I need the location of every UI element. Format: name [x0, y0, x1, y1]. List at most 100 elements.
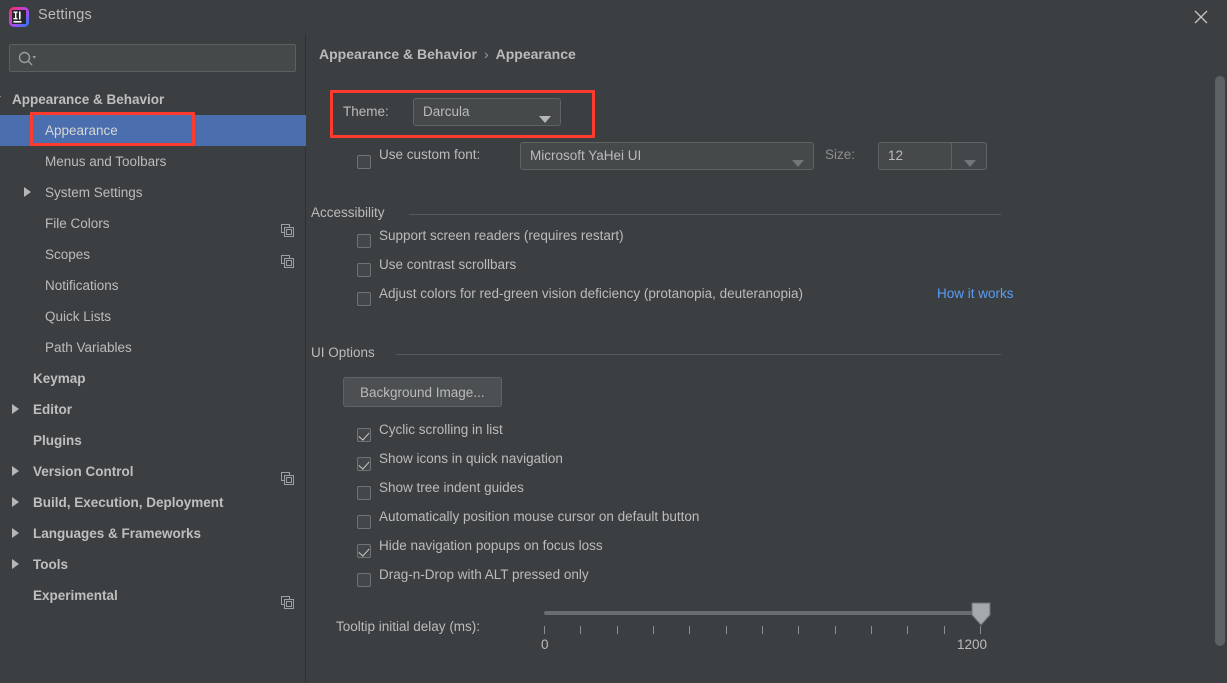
sidebar-item-build-execution-deployment[interactable]: Build, Execution, Deployment [0, 487, 306, 518]
sidebar-item-label: Scopes [45, 247, 91, 262]
accessibility-checkbox-0[interactable] [357, 234, 371, 248]
copy-settings-icon [281, 589, 294, 620]
sidebar-item-system-settings[interactable]: System Settings [0, 177, 306, 208]
font-size-input[interactable]: 12 [878, 142, 951, 170]
sidebar-item-label: Quick Lists [45, 309, 112, 324]
chevron-right-icon[interactable] [21, 177, 37, 208]
sidebar-item-editor[interactable]: Editor [0, 394, 306, 425]
ui-option-checkbox-label: Show tree indent guides [379, 480, 524, 495]
sidebar-item-scopes[interactable]: Scopes [0, 239, 306, 270]
tooltip-delay-slider-thumb[interactable] [971, 602, 991, 626]
sidebar-item-appearance-behavior[interactable]: Appearance & Behavior [0, 84, 306, 115]
ui-option-checkbox-label: Drag-n-Drop with ALT pressed only [379, 567, 589, 582]
sidebar-item-file-colors[interactable]: File Colors [0, 208, 306, 239]
sidebar-item-path-variables[interactable]: Path Variables [0, 332, 306, 363]
section-divider [409, 214, 1001, 215]
slider-tick [689, 626, 690, 634]
slider-tick [835, 626, 836, 634]
sidebar-item-label: Tools [33, 557, 68, 572]
chevron-right-icon[interactable] [9, 518, 25, 549]
chevron-right-icon[interactable] [9, 549, 25, 580]
slider-tick [580, 626, 581, 634]
font-size-dropdown-button[interactable] [951, 142, 987, 170]
chevron-down-icon [792, 154, 804, 172]
slider-tick [617, 626, 618, 634]
theme-dropdown[interactable]: Darcula [413, 98, 561, 126]
title-bar: Settings [0, 0, 1227, 34]
sidebar-item-tools[interactable]: Tools [0, 549, 306, 580]
sidebar-item-menus-and-toolbars[interactable]: Menus and Toolbars [0, 146, 306, 177]
search-input[interactable] [40, 45, 290, 71]
sidebar-item-appearance[interactable]: Appearance [0, 115, 306, 146]
use-custom-font-label: Use custom font: [379, 147, 481, 162]
search-field[interactable] [9, 44, 296, 72]
chevron-down-icon[interactable] [0, 84, 4, 115]
ui-option-checkbox-label: Cyclic scrolling in list [379, 422, 503, 437]
search-icon [17, 50, 37, 73]
accessibility-checkbox-label: Adjust colors for red-green vision defic… [379, 286, 803, 301]
accessibility-section-header: Accessibility [311, 205, 1001, 223]
slider-tick [653, 626, 654, 634]
background-image-button[interactable]: Background Image... [343, 377, 502, 407]
vertical-scrollbar-thumb[interactable] [1215, 76, 1225, 646]
font-family-dropdown[interactable]: Microsoft YaHei UI [520, 142, 814, 170]
theme-value: Darcula [423, 104, 470, 119]
ui-option-checkbox-1[interactable] [357, 457, 371, 471]
ui-option-checkbox-0[interactable] [357, 428, 371, 442]
breadcrumb-separator-icon: › [483, 46, 489, 62]
sidebar-item-version-control[interactable]: Version Control [0, 456, 306, 487]
breadcrumb-parent[interactable]: Appearance & Behavior [319, 46, 477, 62]
settings-tree: Appearance & Behavior Appearance Menus and… [0, 84, 306, 611]
sidebar-item-languages-frameworks[interactable]: Languages & Frameworks [0, 518, 306, 549]
ui-option-checkbox-2[interactable] [357, 486, 371, 500]
slider-tick [726, 626, 727, 634]
slider-tick [944, 626, 945, 634]
tooltip-delay-min-label: 0 [541, 637, 549, 652]
ui-option-checkbox-label: Show icons in quick navigation [379, 451, 563, 466]
tooltip-delay-max-label: 1200 [957, 637, 988, 652]
theme-label: Theme: [343, 104, 389, 119]
font-size-value: 12 [888, 148, 904, 163]
accessibility-title: Accessibility [311, 205, 393, 220]
ui-option-checkbox-5[interactable] [357, 573, 371, 587]
sidebar-item-label: Appearance [45, 123, 118, 138]
intellij-idea-logo [8, 6, 30, 28]
sidebar-item-label: Languages & Frameworks [33, 526, 202, 541]
use-custom-font-checkbox[interactable] [357, 155, 371, 169]
tooltip-delay-slider-ticks [544, 626, 981, 636]
sidebar-item-label: Keymap [33, 371, 86, 386]
how-it-works-link[interactable]: How it works [937, 286, 1014, 301]
sidebar-item-label: Appearance & Behavior [12, 92, 165, 107]
tooltip-delay-slider-block: Tooltip initial delay (ms): 0 1200 [307, 599, 1007, 659]
chevron-right-icon[interactable] [9, 456, 25, 487]
ui-option-checkbox-label: Hide navigation popups on focus loss [379, 538, 603, 553]
slider-tick [544, 626, 545, 634]
chevron-right-icon[interactable] [9, 394, 25, 425]
ui-option-checkbox-4[interactable] [357, 544, 371, 558]
vertical-scrollbar[interactable] [1213, 34, 1227, 683]
slider-tick [871, 626, 872, 634]
section-divider [396, 354, 1001, 355]
sidebar-item-label: Notifications [45, 278, 119, 293]
sidebar-item-notifications[interactable]: Notifications [0, 270, 306, 301]
accessibility-checkbox-1[interactable] [357, 263, 371, 277]
sidebar-item-label: Plugins [33, 433, 82, 448]
ui-options-title: UI Options [311, 345, 383, 360]
ui-option-checkbox-3[interactable] [357, 515, 371, 529]
sidebar-item-label: Version Control [33, 464, 134, 479]
chevron-right-icon[interactable] [9, 487, 25, 518]
accessibility-checkbox-2[interactable] [357, 292, 371, 306]
sidebar-item-plugins[interactable]: Plugins [0, 425, 306, 456]
slider-tick [798, 626, 799, 634]
settings-sidebar: Appearance & Behavior Appearance Menus and… [0, 34, 306, 683]
tooltip-delay-slider-track[interactable] [544, 611, 981, 615]
sidebar-item-quick-lists[interactable]: Quick Lists [0, 301, 306, 332]
ui-option-checkbox-label: Automatically position mouse cursor on d… [379, 509, 700, 524]
sidebar-item-keymap[interactable]: Keymap [0, 363, 306, 394]
close-icon[interactable] [1189, 6, 1213, 28]
settings-content-panel: Appearance & Behavior › Appearance Theme: … [307, 34, 1227, 683]
font-family-value: Microsoft YaHei UI [530, 148, 642, 163]
sidebar-item-experimental[interactable]: Experimental [0, 580, 306, 611]
tooltip-delay-label: Tooltip initial delay (ms): [336, 619, 481, 634]
sidebar-item-label: Path Variables [45, 340, 132, 355]
